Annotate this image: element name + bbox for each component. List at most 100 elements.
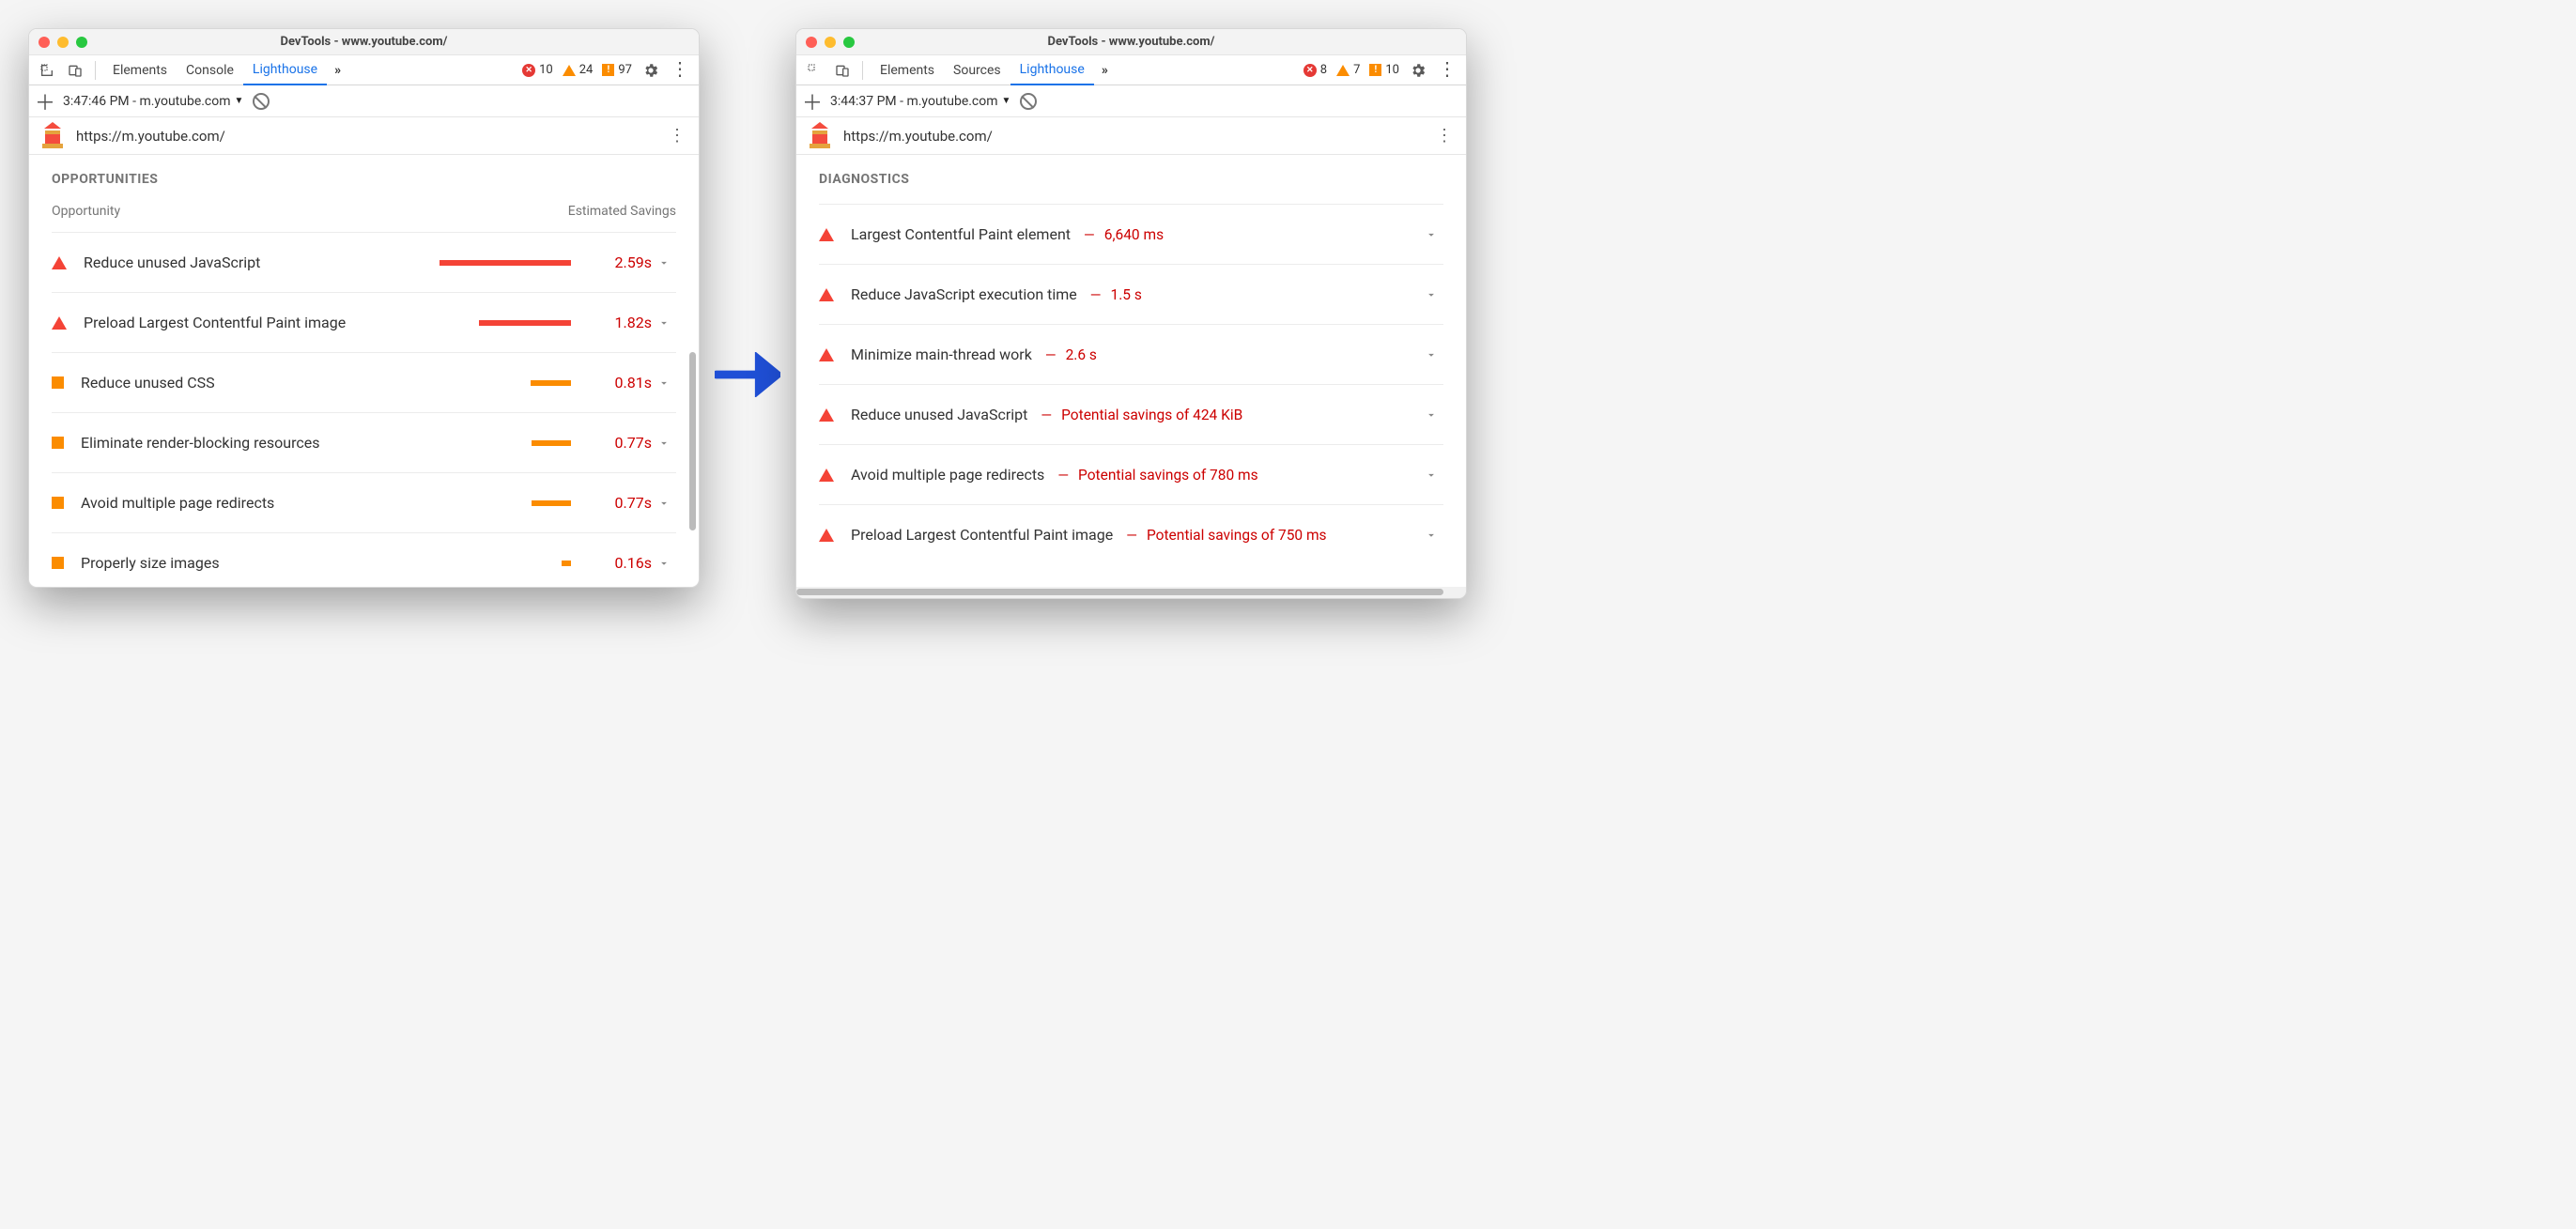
device-toggle-icon[interactable] (63, 58, 87, 83)
savings-value: 2.59s (595, 253, 652, 271)
report-url: https://m.youtube.com/ (843, 128, 1436, 145)
savings-bar (440, 320, 571, 326)
titlebar: DevTools - www.youtube.com/ (29, 29, 699, 55)
inspect-element-icon[interactable] (802, 58, 826, 83)
more-tabs-chevron-icon[interactable]: » (331, 63, 345, 78)
tab-sources[interactable]: Sources (944, 55, 1010, 85)
audit-metric: 1.5 s (1111, 286, 1142, 303)
savings-bar (440, 561, 571, 566)
audit-title: Preload Largest Contentful Paint image (84, 314, 346, 331)
audit-metric: Potential savings of 424 KiB (1061, 407, 1242, 423)
expand-chevron-icon[interactable] (652, 497, 676, 510)
expand-chevron-icon[interactable] (1419, 228, 1443, 241)
audit-row[interactable]: Avoid multiple page redirects0.77s (52, 472, 676, 532)
expand-chevron-icon[interactable] (1419, 529, 1443, 542)
error-icon (1303, 64, 1317, 77)
severity-icon (52, 437, 64, 449)
expand-chevron-icon[interactable] (652, 256, 676, 269)
severity-icon (819, 288, 834, 301)
info-count[interactable]: ! 10 (1366, 63, 1402, 77)
audit-row[interactable]: Avoid multiple page redirects—Potential … (819, 444, 1443, 504)
severity-icon (52, 497, 64, 509)
audit-title: Reduce JavaScript execution time (851, 285, 1077, 303)
device-toggle-icon[interactable] (830, 58, 855, 83)
severity-icon (52, 256, 67, 269)
audit-row[interactable]: Minimize main-thread work—2.6 s (819, 324, 1443, 384)
expand-chevron-icon[interactable] (1419, 348, 1443, 361)
tab-elements[interactable]: Elements (103, 55, 177, 85)
info-count[interactable]: ! 97 (599, 63, 635, 77)
audit-row[interactable]: Eliminate render-blocking resources0.77s (52, 412, 676, 472)
kebab-menu-icon[interactable]: ⋮ (667, 57, 693, 84)
tab-console[interactable]: Console (177, 55, 243, 85)
kebab-menu-icon[interactable]: ⋮ (1434, 57, 1460, 84)
chevron-down-icon: ▼ (235, 96, 244, 106)
close-window-button[interactable] (39, 37, 50, 48)
severity-icon (819, 408, 834, 422)
section-heading: DIAGNOSTICS (819, 172, 1443, 187)
audit-title: Reduce unused JavaScript (851, 406, 1027, 423)
audit-row[interactable]: Largest Contentful Paint element—6,640 m… (819, 204, 1443, 264)
savings-value: 1.82s (595, 314, 652, 331)
more-tabs-chevron-icon[interactable]: » (1098, 63, 1112, 78)
audit-title: Largest Contentful Paint element (851, 225, 1071, 243)
audit-row[interactable]: Preload Largest Contentful Paint image 1.… (52, 292, 676, 352)
scrollbar-horizontal[interactable] (796, 587, 1466, 598)
report-menu-icon[interactable]: ⋮ (669, 132, 686, 140)
settings-gear-icon[interactable] (639, 62, 663, 79)
lighthouse-logo-icon (810, 124, 830, 148)
warning-count[interactable]: 24 (560, 63, 596, 77)
expand-chevron-icon[interactable] (652, 437, 676, 450)
audit-row[interactable]: Reduce unused JavaScript—Potential savin… (819, 384, 1443, 444)
audit-row[interactable]: Preload Largest Contentful Paint image—P… (819, 504, 1443, 564)
severity-icon (52, 376, 64, 389)
expand-chevron-icon[interactable] (1419, 408, 1443, 422)
error-count[interactable]: 10 (519, 63, 556, 77)
audit-row[interactable]: Reduce unused JavaScript2.59s (52, 232, 676, 292)
error-count[interactable]: 8 (1301, 63, 1330, 77)
scrollbar-vertical[interactable] (689, 352, 696, 530)
minimize-window-button[interactable] (57, 37, 69, 48)
inspect-element-icon[interactable] (35, 58, 59, 83)
column-opportunity: Opportunity (52, 204, 120, 219)
maximize-window-button[interactable] (76, 37, 87, 48)
expand-chevron-icon[interactable] (1419, 288, 1443, 301)
report-menu-icon[interactable]: ⋮ (1436, 132, 1453, 140)
audit-title: Properly size images (81, 554, 220, 572)
clear-icon[interactable] (1017, 89, 1041, 113)
audit-title: Reduce unused CSS (81, 374, 215, 392)
report-selector[interactable]: 3:44:37 PM - m.youtube.com ▼ (830, 94, 1010, 109)
savings-bar (440, 260, 571, 266)
settings-gear-icon[interactable] (1406, 62, 1430, 79)
savings-bar (440, 440, 571, 446)
audit-row[interactable]: Properly size images 0.16s (52, 532, 676, 587)
minimize-window-button[interactable] (825, 37, 836, 48)
savings-value: 0.81s (595, 374, 652, 392)
report-selector[interactable]: 3:47:46 PM - m.youtube.com ▼ (63, 94, 243, 109)
warning-count[interactable]: 7 (1334, 63, 1363, 77)
tab-elements[interactable]: Elements (871, 55, 944, 85)
audit-row[interactable]: Reduce JavaScript execution time—1.5 s (819, 264, 1443, 324)
expand-chevron-icon[interactable] (1419, 469, 1443, 482)
tab-lighthouse[interactable]: Lighthouse (1010, 55, 1094, 85)
clear-icon[interactable] (250, 89, 273, 113)
devtools-window-right: DevTools - www.youtube.com/ ElementsSour… (795, 28, 1467, 599)
warning-icon (1336, 65, 1350, 76)
new-report-button[interactable]: ＋ (802, 86, 821, 116)
audit-title: Minimize main-thread work (851, 346, 1032, 363)
report-url: https://m.youtube.com/ (76, 128, 669, 145)
expand-chevron-icon[interactable] (652, 316, 676, 330)
tab-lighthouse[interactable]: Lighthouse (243, 55, 327, 85)
savings-value: 0.77s (595, 434, 652, 452)
window-title: DevTools - www.youtube.com/ (29, 35, 699, 49)
audit-metric: Potential savings of 780 ms (1078, 467, 1258, 484)
audit-row[interactable]: Reduce unused CSS 0.81s (52, 352, 676, 412)
expand-chevron-icon[interactable] (652, 376, 676, 390)
audit-title: Avoid multiple page redirects (851, 466, 1044, 484)
devtools-window-left: DevTools - www.youtube.com/ ElementsCons… (28, 28, 700, 588)
savings-value: 0.16s (595, 554, 652, 572)
close-window-button[interactable] (806, 37, 817, 48)
new-report-button[interactable]: ＋ (35, 86, 54, 116)
expand-chevron-icon[interactable] (652, 557, 676, 570)
maximize-window-button[interactable] (843, 37, 855, 48)
